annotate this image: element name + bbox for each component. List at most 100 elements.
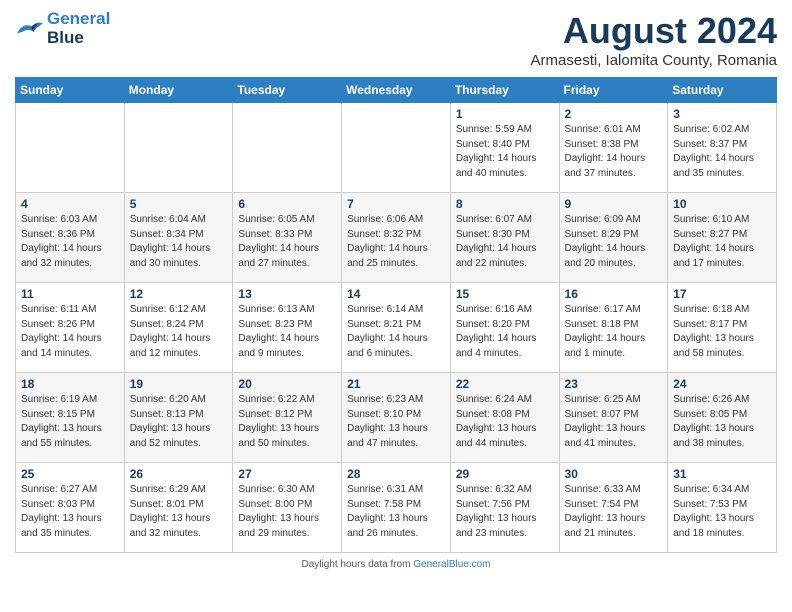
logo-bird-icon xyxy=(15,18,43,40)
day-number: 14 xyxy=(347,287,445,301)
day-number: 19 xyxy=(130,377,228,391)
day-info: Sunrise: 6:12 AM Sunset: 8:24 PM Dayligh… xyxy=(130,303,228,361)
footer-link[interactable]: GeneralBlue.com xyxy=(413,559,490,570)
day-info: Sunrise: 6:22 AM Sunset: 8:12 PM Dayligh… xyxy=(238,393,336,451)
day-info: Sunrise: 6:32 AM Sunset: 7:56 PM Dayligh… xyxy=(456,483,554,541)
day-info: Sunrise: 6:10 AM Sunset: 8:27 PM Dayligh… xyxy=(673,213,771,271)
day-info: Sunrise: 6:13 AM Sunset: 8:23 PM Dayligh… xyxy=(238,303,336,361)
calendar-cell: 26Sunrise: 6:29 AM Sunset: 8:01 PM Dayli… xyxy=(124,463,233,553)
week-row-3: 11Sunrise: 6:11 AM Sunset: 8:26 PM Dayli… xyxy=(16,283,777,373)
day-info: Sunrise: 6:27 AM Sunset: 8:03 PM Dayligh… xyxy=(21,483,119,541)
month-title: August 2024 xyxy=(531,10,777,52)
week-row-5: 25 Sunrise: 6:27 AM Sunset: 8:03 PM Dayli… xyxy=(16,463,777,553)
day-number: 30 xyxy=(565,467,663,481)
calendar-cell: 3 Sunrise: 6:02 AM Sunset: 8:37 PM Daylig… xyxy=(668,103,777,193)
calendar-cell xyxy=(16,103,125,193)
week-row-1: 1 Sunrise: 5:59 AM Sunset: 8:40 PM Daylig… xyxy=(16,103,777,193)
day-info: Sunrise: 6:05 AM Sunset: 8:33 PM Dayligh… xyxy=(238,213,336,271)
day-header-sunday: Sunday xyxy=(16,78,125,103)
calendar-cell: 4 Sunrise: 6:03 AM Sunset: 8:36 PM Daylig… xyxy=(16,193,125,283)
calendar-cell: 13 Sunrise: 6:13 AM Sunset: 8:23 PM Dayli… xyxy=(233,283,342,373)
calendar-cell: 19Sunrise: 6:20 AM Sunset: 8:13 PM Dayli… xyxy=(124,373,233,463)
calendar-cell: 12 Sunrise: 6:12 AM Sunset: 8:24 PM Dayli… xyxy=(124,283,233,373)
calendar-table: SundayMondayTuesdayWednesdayThursdayFrid… xyxy=(15,77,777,553)
day-number: 12 xyxy=(130,287,228,301)
logo-text: General Blue xyxy=(47,10,110,47)
days-header-row: SundayMondayTuesdayWednesdayThursdayFrid… xyxy=(16,78,777,103)
day-number: 25 xyxy=(21,467,119,481)
day-header-saturday: Saturday xyxy=(668,78,777,103)
calendar-cell: 31 Sunrise: 6:34 AM Sunset: 7:53 PM Dayli… xyxy=(668,463,777,553)
calendar-cell xyxy=(124,103,233,193)
day-number: 31 xyxy=(673,467,771,481)
calendar-cell xyxy=(342,103,451,193)
calendar-cell: 16Sunrise: 6:17 AM Sunset: 8:18 PM Dayli… xyxy=(559,283,668,373)
calendar-cell: 29 Sunrise: 6:32 AM Sunset: 7:56 PM Dayli… xyxy=(450,463,559,553)
calendar-cell: 1 Sunrise: 5:59 AM Sunset: 8:40 PM Daylig… xyxy=(450,103,559,193)
calendar-cell: 14Sunrise: 6:14 AM Sunset: 8:21 PM Dayli… xyxy=(342,283,451,373)
day-info: Sunrise: 6:16 AM Sunset: 8:20 PM Dayligh… xyxy=(456,303,554,361)
title-area: August 2024 Armasesti, Ialomita County, … xyxy=(531,10,777,69)
day-header-friday: Friday xyxy=(559,78,668,103)
day-info: Sunrise: 6:03 AM Sunset: 8:36 PM Dayligh… xyxy=(21,213,119,271)
footer-note: Daylight hours data from GeneralBlue.com xyxy=(15,559,777,570)
day-info: Sunrise: 5:59 AM Sunset: 8:40 PM Dayligh… xyxy=(456,123,554,181)
day-header-monday: Monday xyxy=(124,78,233,103)
calendar-cell: 17 Sunrise: 6:18 AM Sunset: 8:17 PM Dayli… xyxy=(668,283,777,373)
day-number: 21 xyxy=(347,377,445,391)
day-info: Sunrise: 6:34 AM Sunset: 7:53 PM Dayligh… xyxy=(673,483,771,541)
day-number: 5 xyxy=(130,197,228,211)
calendar-cell: 24 Sunrise: 6:26 AM Sunset: 8:05 PM Dayli… xyxy=(668,373,777,463)
logo: General Blue xyxy=(15,10,110,47)
calendar-cell: 10Sunrise: 6:10 AM Sunset: 8:27 PM Dayli… xyxy=(668,193,777,283)
calendar-cell: 28Sunrise: 6:31 AM Sunset: 7:58 PM Dayli… xyxy=(342,463,451,553)
calendar-cell: 30 Sunrise: 6:33 AM Sunset: 7:54 PM Dayli… xyxy=(559,463,668,553)
calendar-cell: 22Sunrise: 6:24 AM Sunset: 8:08 PM Dayli… xyxy=(450,373,559,463)
calendar-cell: 15 Sunrise: 6:16 AM Sunset: 8:20 PM Dayli… xyxy=(450,283,559,373)
day-number: 23 xyxy=(565,377,663,391)
day-number: 13 xyxy=(238,287,336,301)
day-header-thursday: Thursday xyxy=(450,78,559,103)
day-number: 4 xyxy=(21,197,119,211)
day-number: 20 xyxy=(238,377,336,391)
calendar-cell: 5 Sunrise: 6:04 AM Sunset: 8:34 PM Daylig… xyxy=(124,193,233,283)
day-number: 29 xyxy=(456,467,554,481)
calendar-cell: 23 Sunrise: 6:25 AM Sunset: 8:07 PM Dayli… xyxy=(559,373,668,463)
location-title: Armasesti, Ialomita County, Romania xyxy=(531,52,777,69)
day-header-tuesday: Tuesday xyxy=(233,78,342,103)
day-info: Sunrise: 6:30 AM Sunset: 8:00 PM Dayligh… xyxy=(238,483,336,541)
calendar-cell xyxy=(233,103,342,193)
day-number: 17 xyxy=(673,287,771,301)
calendar-cell: 2Sunrise: 6:01 AM Sunset: 8:38 PM Daylig… xyxy=(559,103,668,193)
calendar-cell: 18Sunrise: 6:19 AM Sunset: 8:15 PM Dayli… xyxy=(16,373,125,463)
day-info: Sunrise: 6:33 AM Sunset: 7:54 PM Dayligh… xyxy=(565,483,663,541)
day-number: 3 xyxy=(673,107,771,121)
day-number: 15 xyxy=(456,287,554,301)
day-number: 9 xyxy=(565,197,663,211)
calendar-cell: 20 Sunrise: 6:22 AM Sunset: 8:12 PM Dayli… xyxy=(233,373,342,463)
day-number: 6 xyxy=(238,197,336,211)
week-row-2: 4 Sunrise: 6:03 AM Sunset: 8:36 PM Daylig… xyxy=(16,193,777,283)
calendar-cell: 6 Sunrise: 6:05 AM Sunset: 8:33 PM Daylig… xyxy=(233,193,342,283)
day-info: Sunrise: 6:19 AM Sunset: 8:15 PM Dayligh… xyxy=(21,393,119,451)
day-info: Sunrise: 6:07 AM Sunset: 8:30 PM Dayligh… xyxy=(456,213,554,271)
day-info: Sunrise: 6:18 AM Sunset: 8:17 PM Dayligh… xyxy=(673,303,771,361)
calendar-cell: 21Sunrise: 6:23 AM Sunset: 8:10 PM Dayli… xyxy=(342,373,451,463)
day-header-wednesday: Wednesday xyxy=(342,78,451,103)
day-info: Sunrise: 6:31 AM Sunset: 7:58 PM Dayligh… xyxy=(347,483,445,541)
day-info: Sunrise: 6:17 AM Sunset: 8:18 PM Dayligh… xyxy=(565,303,663,361)
day-number: 8 xyxy=(456,197,554,211)
day-number: 1 xyxy=(456,107,554,121)
day-info: Sunrise: 6:04 AM Sunset: 8:34 PM Dayligh… xyxy=(130,213,228,271)
day-number: 22 xyxy=(456,377,554,391)
day-number: 2 xyxy=(565,107,663,121)
day-number: 26 xyxy=(130,467,228,481)
calendar-cell: 7Sunrise: 6:06 AM Sunset: 8:32 PM Daylig… xyxy=(342,193,451,283)
calendar-cell: 11Sunrise: 6:11 AM Sunset: 8:26 PM Dayli… xyxy=(16,283,125,373)
day-number: 24 xyxy=(673,377,771,391)
calendar-cell: 8 Sunrise: 6:07 AM Sunset: 8:30 PM Daylig… xyxy=(450,193,559,283)
page-header: General Blue August 2024 Armasesti, Ialo… xyxy=(15,10,777,69)
day-info: Sunrise: 6:26 AM Sunset: 8:05 PM Dayligh… xyxy=(673,393,771,451)
day-info: Sunrise: 6:02 AM Sunset: 8:37 PM Dayligh… xyxy=(673,123,771,181)
day-info: Sunrise: 6:25 AM Sunset: 8:07 PM Dayligh… xyxy=(565,393,663,451)
